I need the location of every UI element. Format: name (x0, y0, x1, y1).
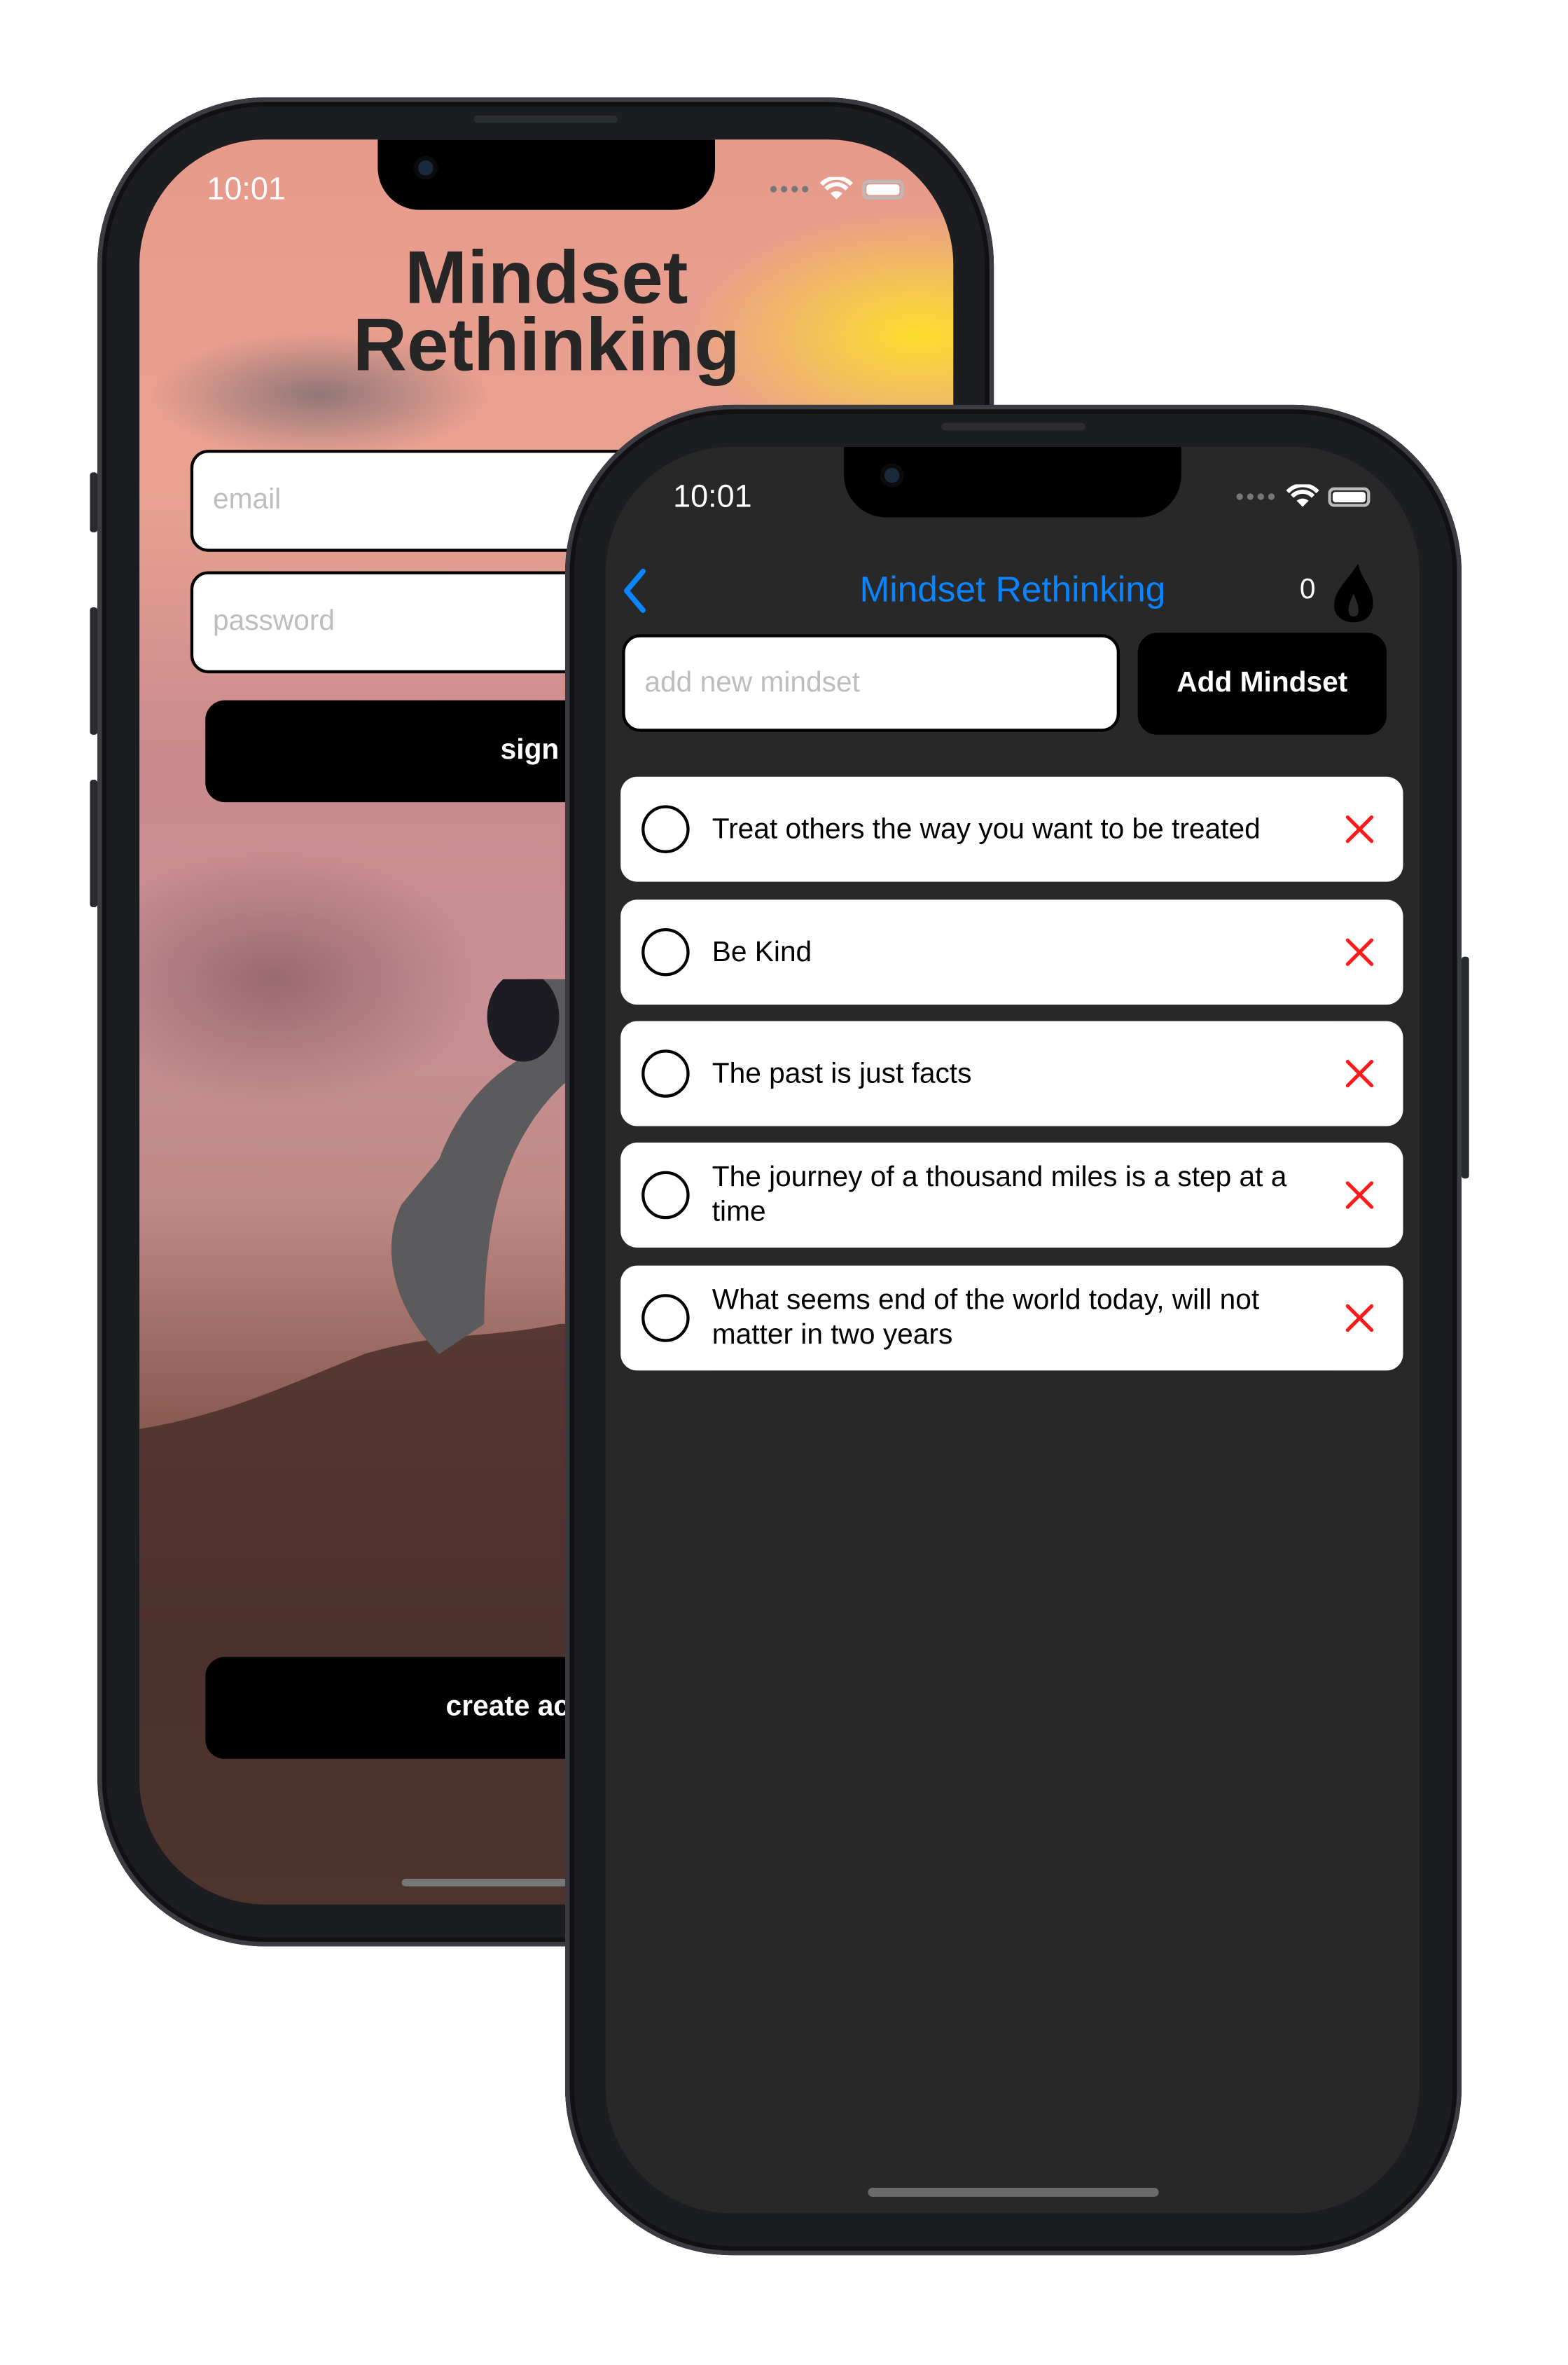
volume-down-button (90, 780, 98, 908)
mute-switch (90, 472, 98, 532)
email-placeholder: email (212, 484, 282, 516)
mindset-list-item[interactable]: Be Kind (620, 899, 1403, 1005)
mindset-text: The past is just facts (712, 1058, 972, 1090)
wifi-icon (820, 177, 854, 200)
new-mindset-input[interactable]: add new mindset (622, 634, 1120, 732)
cellular-signal-icon: ●●●● (769, 180, 812, 198)
mindset-text: The journey of a thousand miles is a ste… (712, 1161, 1287, 1229)
mindset-list-item[interactable]: The past is just facts (620, 1021, 1403, 1126)
delete-x-icon[interactable] (1343, 1057, 1376, 1090)
add-mindset-button[interactable]: Add Mindset (1137, 633, 1387, 735)
speaker-grille (473, 115, 618, 123)
mindset-text: Treat others the way you want to be trea… (712, 813, 1261, 846)
notch (844, 446, 1181, 518)
streak-count: 0 (1299, 574, 1316, 606)
mindset-list-item[interactable]: Treat others the way you want to be trea… (620, 776, 1403, 882)
mindset-text: What seems end of the world today, will … (712, 1285, 1260, 1351)
app-logo-title: Mindset Rethinking (139, 235, 953, 387)
power-button (1461, 956, 1469, 1179)
status-time: 10:01 (673, 479, 752, 515)
password-placeholder: password (212, 605, 335, 637)
battery-icon (1328, 486, 1371, 506)
home-indicator (868, 2187, 1159, 2197)
title-line-2: Rethinking (352, 303, 740, 387)
delete-x-icon[interactable] (1343, 936, 1376, 969)
nav-title: Mindset Rethinking (859, 570, 1166, 611)
delete-x-icon[interactable] (1343, 1178, 1376, 1211)
checkbox-circle-icon[interactable] (641, 1049, 690, 1098)
checkbox-circle-icon[interactable] (641, 805, 690, 853)
mindset-text: Be Kind (712, 936, 812, 968)
delete-x-icon[interactable] (1343, 1302, 1376, 1335)
volume-up-button (90, 607, 98, 735)
front-camera (884, 467, 900, 483)
checkbox-circle-icon[interactable] (641, 1294, 690, 1342)
new-mindset-placeholder: add new mindset (644, 666, 860, 698)
status-time: 10:01 (207, 172, 286, 207)
speaker-grille (941, 422, 1085, 431)
mindset-list-screen: 10:01 ●●●● Mindset Rethinking 0 add new … (605, 446, 1420, 2214)
mindset-list-item[interactable]: What seems end of the world today, will … (620, 1265, 1403, 1371)
checkbox-circle-icon[interactable] (641, 928, 690, 977)
flame-icon[interactable] (1331, 561, 1376, 624)
cellular-signal-icon: ●●●● (1235, 488, 1278, 505)
wifi-icon (1286, 484, 1320, 507)
title-line-1: Mindset (405, 235, 688, 319)
checkbox-circle-icon[interactable] (641, 1171, 690, 1220)
notch (377, 139, 716, 210)
front-camera (418, 160, 433, 176)
battery-icon (862, 179, 905, 199)
delete-x-icon[interactable] (1343, 813, 1376, 846)
mindset-list-item[interactable]: The journey of a thousand miles is a ste… (620, 1143, 1403, 1248)
status-icons: ●●●● (1235, 484, 1371, 508)
status-icons: ●●●● (769, 177, 905, 201)
list-phone-frame: 10:01 ●●●● Mindset Rethinking 0 add new … (564, 404, 1469, 2256)
